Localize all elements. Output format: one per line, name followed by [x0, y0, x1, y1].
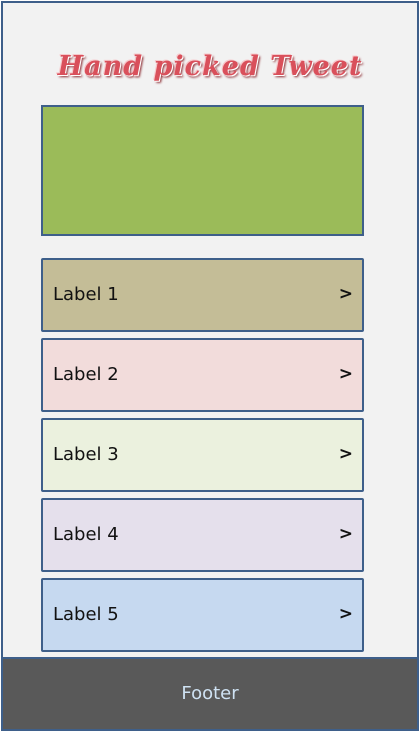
list-item-5[interactable]: Label 5 > — [41, 578, 364, 652]
chevron-right-icon: > — [338, 364, 353, 384]
list-item-label: Label 5 — [53, 604, 119, 625]
list-item-label: Label 1 — [53, 284, 119, 305]
page-title: Hand picked Tweet — [57, 51, 363, 82]
app-frame: Hand picked Tweet Label 1 > Label 2 > La… — [1, 1, 419, 731]
footer: Footer — [3, 657, 417, 729]
list-item-4[interactable]: Label 4 > — [41, 498, 364, 572]
list-item-3[interactable]: Label 3 > — [41, 418, 364, 492]
list-item-label: Label 4 — [53, 524, 119, 545]
chevron-right-icon: > — [338, 444, 353, 464]
chevron-right-icon: > — [338, 524, 353, 544]
hero-image-placeholder — [41, 105, 364, 236]
list-item-label: Label 2 — [53, 364, 119, 385]
list-item-1[interactable]: Label 1 > — [41, 258, 364, 332]
list-item-label: Label 3 — [53, 444, 119, 465]
chevron-right-icon: > — [338, 604, 353, 624]
chevron-right-icon: > — [338, 284, 353, 304]
list-item-2[interactable]: Label 2 > — [41, 338, 364, 412]
